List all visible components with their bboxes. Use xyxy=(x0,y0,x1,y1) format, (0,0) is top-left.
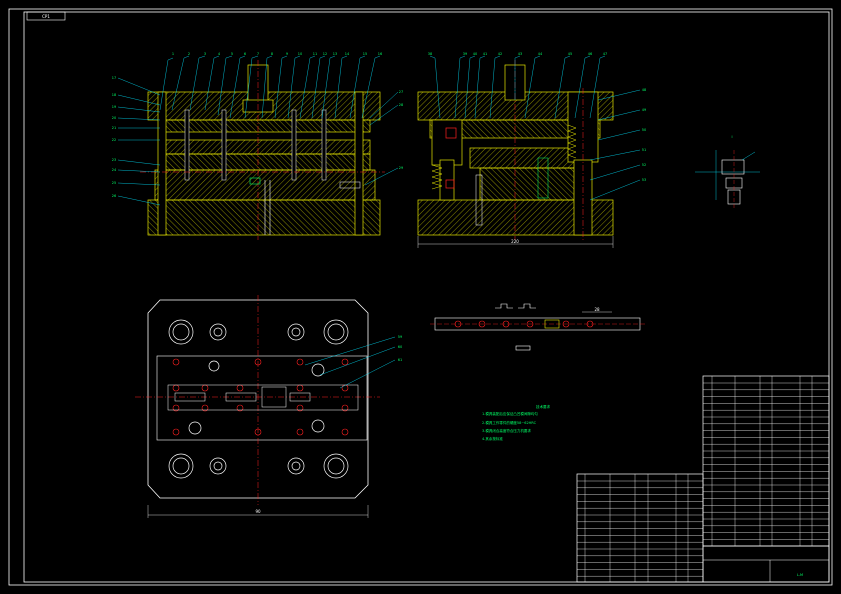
part-balloon-label: 61 xyxy=(398,358,402,362)
part-balloon-label: 8 xyxy=(271,52,273,56)
part-balloon-label: 22 xyxy=(112,138,116,142)
cad-drawing-canvas: CP1 1 2 3 4 5 6 7 8 9 10 11 12 13 14 15 … xyxy=(8,8,833,586)
part-balloon-label: 29 xyxy=(399,166,403,170)
part-balloon-label: 43 xyxy=(518,52,522,56)
part-balloon-label: 26 xyxy=(112,194,116,198)
plan-view-dimension: 90 xyxy=(255,509,261,514)
part-balloon-label: 1 xyxy=(172,52,174,56)
part-balloon-label: 53 xyxy=(642,178,646,182)
part-balloon-label: 25 xyxy=(112,181,116,185)
part-balloon-label: 21 xyxy=(112,126,116,130)
part-balloon-label: 44 xyxy=(538,52,543,56)
part-balloon-label: 5 xyxy=(231,52,233,56)
part-balloon-label: 13 xyxy=(333,52,337,56)
part-balloon-label: 20 xyxy=(112,116,116,120)
part-balloon-label: 14 xyxy=(345,52,350,56)
strip-dimension: 28 xyxy=(594,307,600,312)
part-balloon-label: 27 xyxy=(399,90,403,94)
tech-note-line: 1.模具装配后应保证凸凹模间隙均匀 xyxy=(482,411,538,416)
part-balloon-label: 40 xyxy=(473,52,477,56)
part-balloon-label: 12 xyxy=(323,52,327,56)
tech-notes-title: 技术要求 xyxy=(536,404,550,409)
tech-note-line: 2.模具工作零件的硬度58~62HRC xyxy=(482,420,537,425)
detail-label: I xyxy=(731,135,732,139)
side-view: 220 38 39 40 41 42 43 44 45 46 47 48 49 50 51 52 53 xyxy=(417,52,646,248)
technical-notes: 技术要求 1.模具装配后应保证凸凹模间隙均匀 2.模具工作零件的硬度58~62H… xyxy=(482,404,550,441)
part-balloon-label: 4 xyxy=(218,52,221,56)
part-balloon-label: 48 xyxy=(642,88,646,92)
corner-tag: CP1 xyxy=(42,14,50,19)
part-balloon-label: 17 xyxy=(112,76,116,80)
part-balloon-label: 51 xyxy=(642,148,646,152)
part-balloon-label: 6 xyxy=(244,52,246,56)
part-balloon-label: 3 xyxy=(204,52,206,56)
part-balloon-label: 7 xyxy=(257,52,259,56)
part-balloon-label: 41 xyxy=(483,52,487,56)
part-balloon-label: 47 xyxy=(603,52,607,56)
part-balloon-label: 45 xyxy=(568,52,572,56)
part-balloon-label: 60 xyxy=(398,345,402,349)
tech-note-line: 3.模具闭合高度符合压力机要求 xyxy=(482,428,531,433)
part-balloon-label: 19 xyxy=(112,105,116,109)
part-balloon-label: 24 xyxy=(112,168,117,172)
part-balloon-label: 23 xyxy=(112,158,116,162)
detail-i-view: I xyxy=(695,135,760,208)
part-balloon-label: 18 xyxy=(112,93,116,97)
drawing-number: L-M xyxy=(797,573,803,577)
part-balloon-label: 42 xyxy=(498,52,502,56)
part-balloon-label: 2 xyxy=(188,52,190,56)
part-balloon-label: 11 xyxy=(313,52,317,56)
part-balloon-label: 39 xyxy=(463,52,467,56)
part-balloon-label: 38 xyxy=(428,52,432,56)
part-balloon-label: 10 xyxy=(298,52,302,56)
part-balloon-label: 15 xyxy=(363,52,367,56)
part-balloon-label: 9 xyxy=(286,52,288,56)
part-balloon-label: 28 xyxy=(399,103,403,107)
part-balloon-label: 46 xyxy=(588,52,592,56)
tech-note-line: 4.其余按标准 xyxy=(482,436,503,441)
front-view: 1 2 3 4 5 6 7 8 9 10 11 12 13 14 15 1617181920212223242… xyxy=(112,52,403,240)
part-balloon-label: 50 xyxy=(642,128,646,132)
bill-of-materials: L-M xyxy=(576,375,830,583)
part-balloon-label: 49 xyxy=(642,108,646,112)
part-balloon-label: 52 xyxy=(642,163,646,167)
strip-layout: 28 xyxy=(430,303,645,351)
part-balloon-label: 59 xyxy=(398,335,402,339)
side-view-dimension: 220 xyxy=(511,239,519,244)
part-balloon-label: 16 xyxy=(378,52,382,56)
plan-view: 90 59 60 61 xyxy=(135,295,402,518)
